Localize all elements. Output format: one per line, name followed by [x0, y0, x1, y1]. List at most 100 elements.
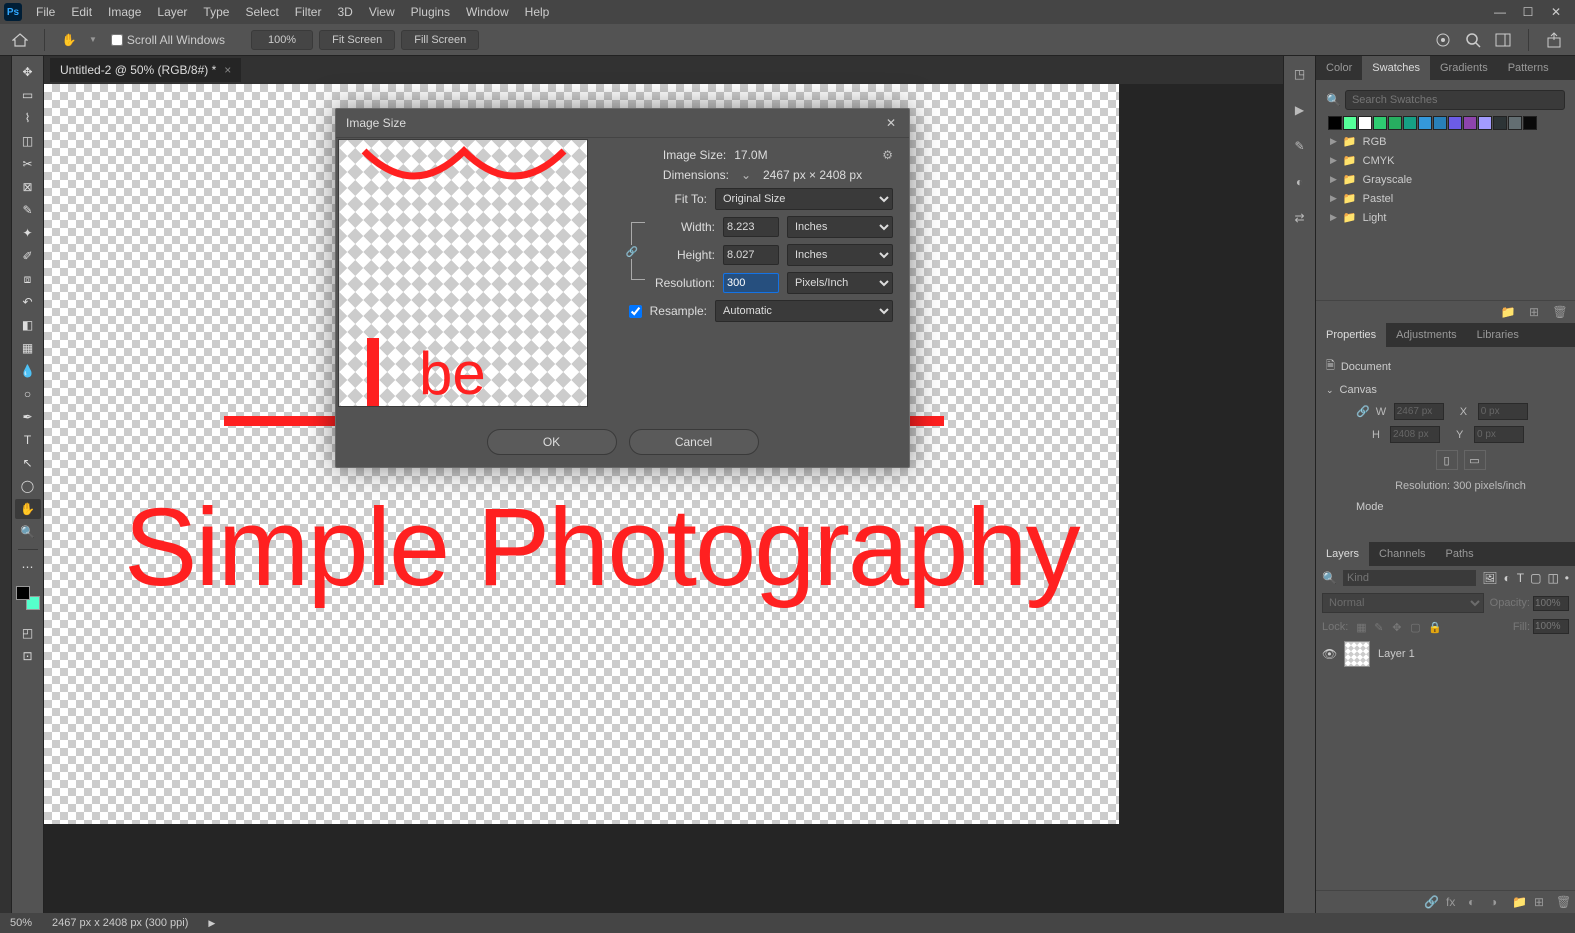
menu-edit[interactable]: Edit	[63, 5, 100, 19]
quickmask-tool[interactable]: ◰	[15, 623, 41, 643]
link-icon[interactable]: 🔗	[1356, 405, 1370, 418]
lock-move-icon[interactable]: ✥	[1392, 621, 1404, 633]
eyedropper-tool[interactable]: ✎	[15, 200, 41, 220]
fill-input[interactable]	[1533, 619, 1569, 634]
shape-tool[interactable]: ◯	[15, 476, 41, 496]
adjustments-panel-icon[interactable]: ◐	[1290, 172, 1310, 192]
height-input[interactable]	[723, 245, 779, 265]
cancel-button[interactable]: Cancel	[629, 429, 759, 455]
lock-artboard-icon[interactable]: ▢	[1410, 621, 1422, 633]
filter-toggle[interactable]: •	[1565, 571, 1569, 585]
healing-tool[interactable]: ✦	[15, 223, 41, 243]
resample-select[interactable]: Automatic	[715, 300, 893, 322]
home-button[interactable]	[6, 29, 34, 51]
menu-file[interactable]: File	[28, 5, 63, 19]
menu-filter[interactable]: Filter	[287, 5, 330, 19]
swatch-color[interactable]	[1523, 116, 1537, 130]
swatch-color[interactable]	[1403, 116, 1417, 130]
fit-to-select[interactable]: Original Size	[715, 188, 893, 210]
swatch-folder-pastel[interactable]: ▶📁Pastel	[1322, 189, 1569, 208]
zoom-input[interactable]: 100%	[251, 30, 313, 50]
marquee-tool[interactable]: ▭	[15, 85, 41, 105]
tab-adjustments[interactable]: Adjustments	[1386, 323, 1467, 347]
clone-tool[interactable]: ⧈	[15, 269, 41, 289]
canvas-section-toggle[interactable]: ⌄Canvas	[1326, 380, 1565, 400]
swatch-color[interactable]	[1433, 116, 1447, 130]
resample-checkbox[interactable]	[629, 305, 642, 318]
dialog-close-icon[interactable]: ✕	[883, 115, 899, 131]
swatch-color[interactable]	[1373, 116, 1387, 130]
lock-pixels-icon[interactable]: ▦	[1356, 621, 1368, 633]
canvas-x-input[interactable]	[1478, 403, 1528, 420]
share-icon[interactable]	[1545, 31, 1563, 49]
canvas-height-input[interactable]	[1390, 426, 1440, 443]
actions-panel-icon[interactable]: ▶	[1290, 100, 1310, 120]
swatch-search-input[interactable]	[1345, 90, 1565, 110]
lock-all-icon[interactable]: 🔒	[1428, 621, 1440, 633]
new-group-icon[interactable]: 📁	[1512, 895, 1526, 909]
brushes-panel-icon[interactable]: ✎	[1290, 136, 1310, 156]
scroll-all-windows-checkbox[interactable]	[111, 34, 123, 46]
swatch-color[interactable]	[1328, 116, 1342, 130]
swatch-color[interactable]	[1478, 116, 1492, 130]
layer-mask-icon[interactable]: ◐	[1468, 895, 1482, 909]
status-doc-info[interactable]: 2467 px x 2408 px (300 ppi)	[52, 917, 188, 929]
link-layers-icon[interactable]: 🔗	[1424, 895, 1438, 909]
orientation-landscape[interactable]: ▭	[1464, 450, 1486, 470]
fg-color-swatch[interactable]	[16, 586, 30, 600]
swatch-color[interactable]	[1358, 116, 1372, 130]
history-panel-icon[interactable]: ◳	[1290, 64, 1310, 84]
resolution-unit-select[interactable]: Pixels/Inch	[787, 272, 893, 294]
swatch-color[interactable]	[1448, 116, 1462, 130]
search-icon[interactable]	[1464, 31, 1482, 49]
document-tab[interactable]: Untitled-2 @ 50% (RGB/8#) * ×	[50, 58, 241, 82]
layer-filter-input[interactable]	[1343, 570, 1476, 586]
selection-tool[interactable]: ◫	[15, 131, 41, 151]
type-tool[interactable]: T	[15, 430, 41, 450]
edit-toolbar[interactable]: ⋯	[15, 557, 41, 577]
fill-screen-button[interactable]: Fill Screen	[401, 30, 479, 50]
tab-paths[interactable]: Paths	[1436, 542, 1484, 566]
path-tool[interactable]: ↖	[15, 453, 41, 473]
orientation-portrait[interactable]: ▯	[1436, 450, 1458, 470]
new-fill-icon[interactable]: ◑	[1490, 895, 1504, 909]
filter-shape-icon[interactable]: ▢	[1530, 571, 1541, 585]
width-unit-select[interactable]: Inches	[787, 216, 893, 238]
ok-button[interactable]: OK	[487, 429, 617, 455]
menu-type[interactable]: Type	[195, 5, 237, 19]
dimensions-unit-toggle[interactable]: ⌄	[737, 168, 755, 182]
tab-patterns[interactable]: Patterns	[1498, 56, 1559, 80]
filter-type-icon[interactable]: T	[1517, 571, 1524, 585]
brush-tool[interactable]: ✐	[15, 246, 41, 266]
window-maximize[interactable]: ☐	[1521, 5, 1535, 19]
lasso-tool[interactable]: ⌇	[15, 108, 41, 128]
eraser-tool[interactable]: ◧	[15, 315, 41, 335]
delete-layer-icon[interactable]: 🗑	[1556, 895, 1570, 909]
history-tool[interactable]: ↶	[15, 292, 41, 312]
status-zoom[interactable]: 50%	[10, 917, 32, 929]
menu-plugins[interactable]: Plugins	[403, 5, 458, 19]
window-minimize[interactable]: —	[1493, 5, 1507, 19]
hand-tool-indicator[interactable]: ✋	[55, 29, 83, 51]
canvas-y-input[interactable]	[1474, 426, 1524, 443]
pen-tool[interactable]: ✒	[15, 407, 41, 427]
menu-3d[interactable]: 3D	[329, 5, 360, 19]
height-unit-select[interactable]: Inches	[787, 244, 893, 266]
swatch-color[interactable]	[1418, 116, 1432, 130]
tab-color[interactable]: Color	[1316, 56, 1362, 80]
new-group-icon[interactable]: 📁	[1501, 305, 1515, 319]
tab-properties[interactable]: Properties	[1316, 323, 1386, 347]
tab-gradients[interactable]: Gradients	[1430, 56, 1498, 80]
new-layer-icon[interactable]: ⊞	[1534, 895, 1548, 909]
menu-window[interactable]: Window	[458, 5, 517, 19]
menu-help[interactable]: Help	[517, 5, 558, 19]
move-tool[interactable]: ✥	[15, 62, 41, 82]
resolution-input[interactable]	[723, 273, 779, 293]
frame-tool[interactable]: ⊠	[15, 177, 41, 197]
filter-adj-icon[interactable]: ◐	[1504, 571, 1511, 585]
menu-layer[interactable]: Layer	[149, 5, 195, 19]
layer-row[interactable]: 👁 Layer 1	[1316, 637, 1575, 671]
filter-smart-icon[interactable]: ◫	[1547, 571, 1558, 585]
tab-swatches[interactable]: Swatches	[1362, 56, 1430, 80]
swatch-color[interactable]	[1508, 116, 1522, 130]
